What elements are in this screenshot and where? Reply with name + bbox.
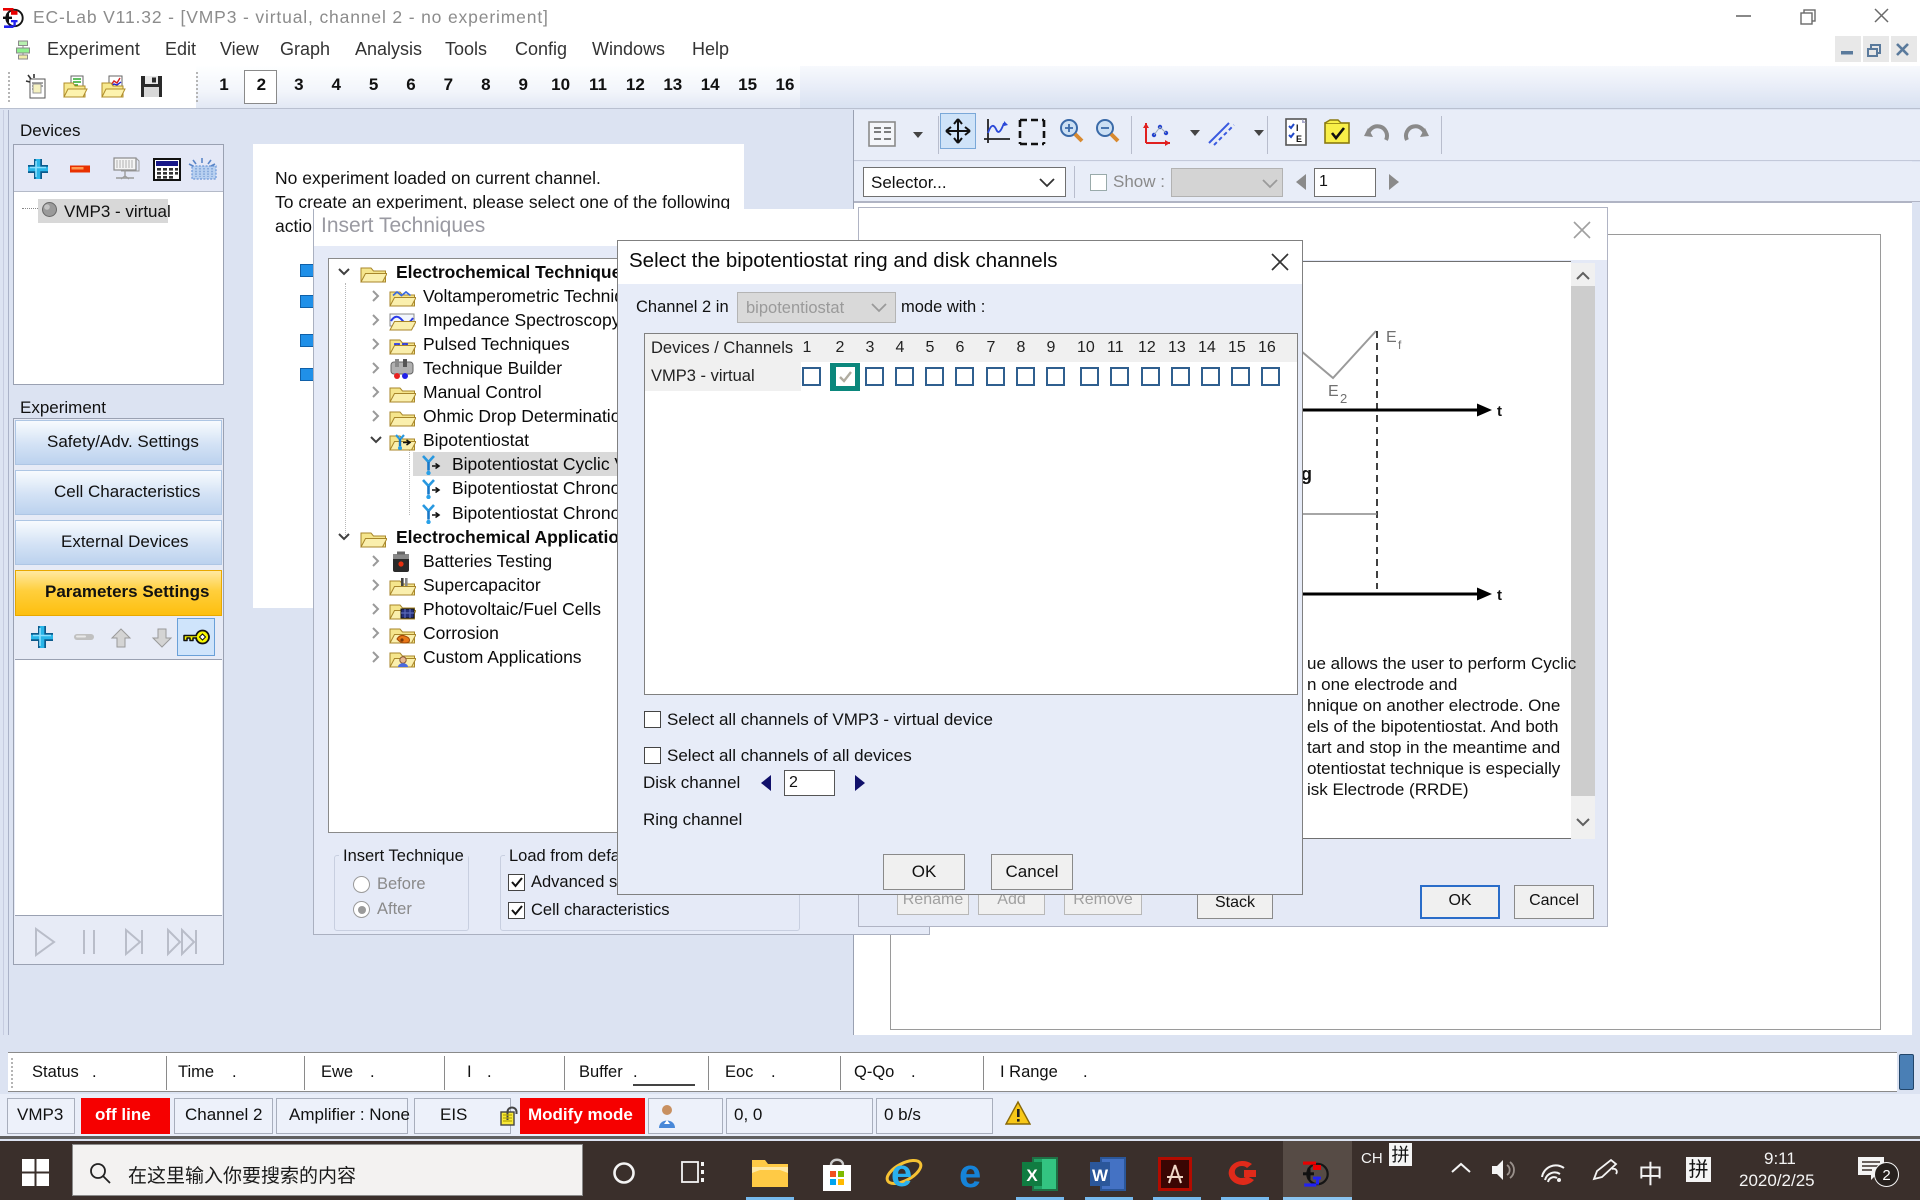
svg-text:E: E (1328, 383, 1339, 400)
svg-text:I: I (1296, 123, 1299, 133)
svg-text:W: W (1092, 1166, 1109, 1185)
svg-text:E: E (1296, 134, 1302, 144)
svg-text:e: e (959, 1153, 981, 1193)
svg-text:f: f (1398, 338, 1402, 352)
svg-text:t: t (1497, 587, 1502, 604)
svg-text:X: X (1026, 1166, 1038, 1185)
svg-text:t: t (1497, 403, 1502, 420)
svg-text:2: 2 (1340, 391, 1347, 406)
svg-text:E: E (1386, 329, 1397, 346)
svg-text:e: e (891, 1153, 912, 1193)
